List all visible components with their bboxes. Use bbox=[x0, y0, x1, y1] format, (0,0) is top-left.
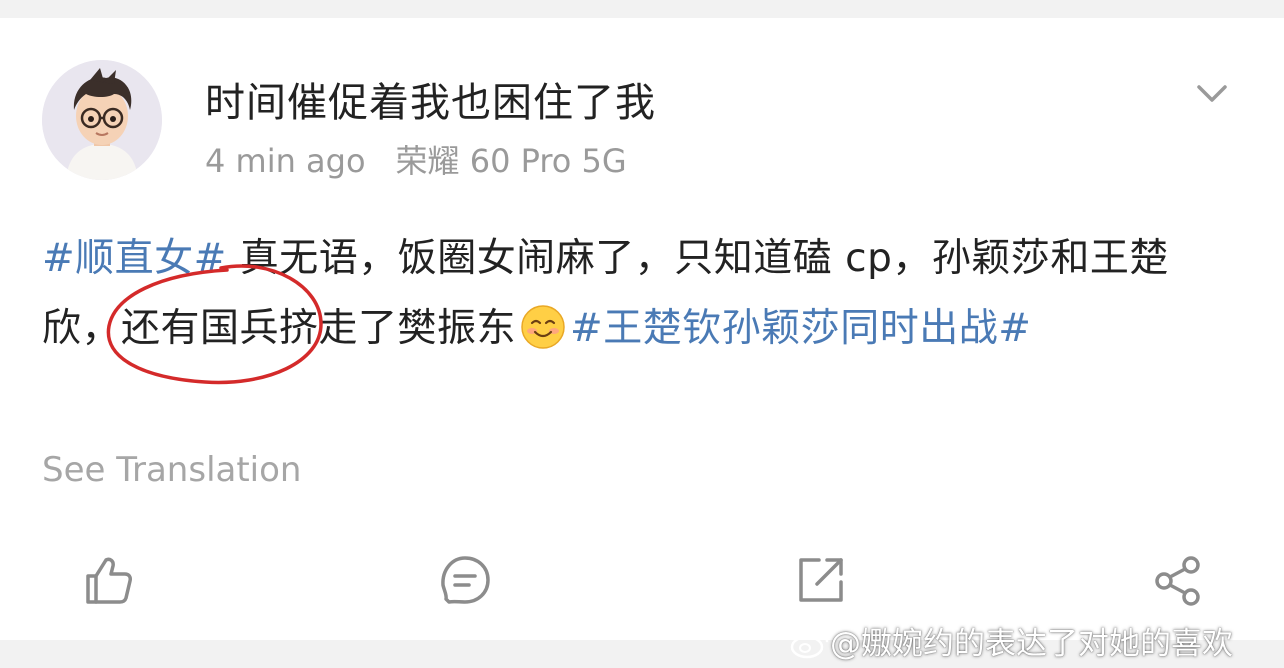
post-content: #顺直女# 真无语，饭圈女闹麻了，只知道磕 cp，孙颖莎和王楚欣，还有国兵挤走了… bbox=[42, 224, 1242, 364]
watermark-text: @嫐婉约的表达了对她的喜欢 bbox=[830, 626, 1233, 662]
avatar[interactable] bbox=[42, 60, 162, 180]
post-device: 荣耀 60 Pro 5G bbox=[395, 142, 627, 180]
repost-icon[interactable] bbox=[793, 552, 849, 608]
weibo-logo-icon bbox=[790, 627, 830, 659]
avatar-image bbox=[42, 60, 162, 180]
like-icon[interactable] bbox=[80, 552, 136, 608]
username[interactable]: 时间催促着我也困住了我 bbox=[205, 70, 656, 128]
post-card: 时间催促着我也困住了我 4 min ago 荣耀 60 Pro 5G #顺直女# … bbox=[0, 18, 1284, 640]
smiling-face-icon bbox=[520, 303, 566, 349]
share-icon[interactable] bbox=[1150, 552, 1206, 608]
weibo-watermark: @嫐婉约的表达了对她的喜欢 bbox=[790, 618, 1233, 663]
hashtag-link[interactable]: #顺直女# bbox=[42, 236, 227, 281]
comment-icon[interactable] bbox=[437, 552, 493, 608]
see-translation-link[interactable]: See Translation bbox=[42, 450, 301, 490]
hashtag-link[interactable]: #王楚钦孙颖莎同时出战# bbox=[570, 306, 1031, 351]
post-time: 4 min ago bbox=[205, 142, 366, 180]
chevron-down-icon[interactable] bbox=[1194, 76, 1230, 112]
post-meta: 4 min ago 荣耀 60 Pro 5G bbox=[205, 136, 627, 182]
